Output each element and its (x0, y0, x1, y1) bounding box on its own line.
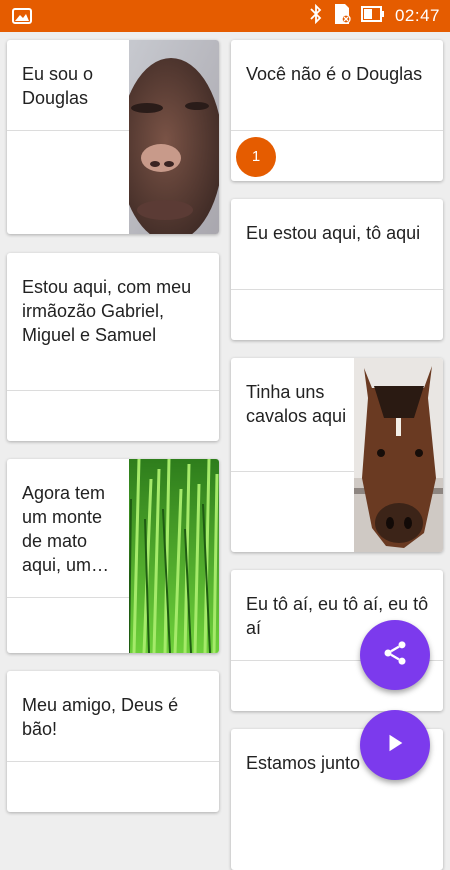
card-divider (7, 597, 129, 598)
status-bar: 02:47 (0, 0, 450, 32)
card-text: Estou aqui, com meu irmãozão Gabriel, Mi… (22, 277, 192, 345)
card-text: Eu estou aqui, tô aqui (246, 223, 421, 243)
message-card[interactable]: Agora tem um monte de mato aqui, um… (7, 459, 219, 653)
count-badge: 1 (236, 137, 276, 177)
battery-icon (360, 5, 385, 27)
play-button[interactable] (360, 710, 430, 780)
grass-photo (128, 459, 219, 653)
card-divider (7, 130, 129, 131)
horse-photo (354, 358, 443, 552)
card-text: Eu sou o Douglas (22, 64, 94, 108)
message-card[interactable]: Tinha uns cavalos aqui (231, 358, 443, 552)
image-icon (12, 8, 32, 24)
card-text: Agora tem um monte de mato aqui, um… (22, 483, 110, 575)
share-button[interactable] (360, 620, 430, 690)
message-card[interactable]: Meu amigo, Deus é bão! (7, 671, 219, 812)
clock: 02:47 (394, 6, 440, 25)
message-card[interactable]: Eu estou aqui, tô aqui (231, 199, 443, 340)
card-divider (231, 289, 443, 290)
card-text: Tinha uns cavalos aqui (246, 382, 347, 426)
sim-off-icon (333, 3, 351, 30)
card-divider (231, 130, 443, 131)
share-icon (381, 639, 409, 672)
card-divider (231, 471, 354, 472)
card-divider (7, 390, 219, 391)
card-text: Meu amigo, Deus é bão! (22, 695, 179, 739)
card-divider (7, 761, 219, 762)
card-text: Você não é o Douglas (246, 64, 423, 84)
bluetooth-icon (309, 3, 323, 29)
message-card[interactable]: Eu sou o Douglas (7, 40, 219, 234)
message-card[interactable]: Estou aqui, com meu irmãozão Gabriel, Mi… (7, 253, 219, 441)
play-icon (384, 732, 406, 759)
face-photo (119, 40, 219, 234)
message-card[interactable]: Você não é o Douglas 1 (231, 40, 443, 181)
